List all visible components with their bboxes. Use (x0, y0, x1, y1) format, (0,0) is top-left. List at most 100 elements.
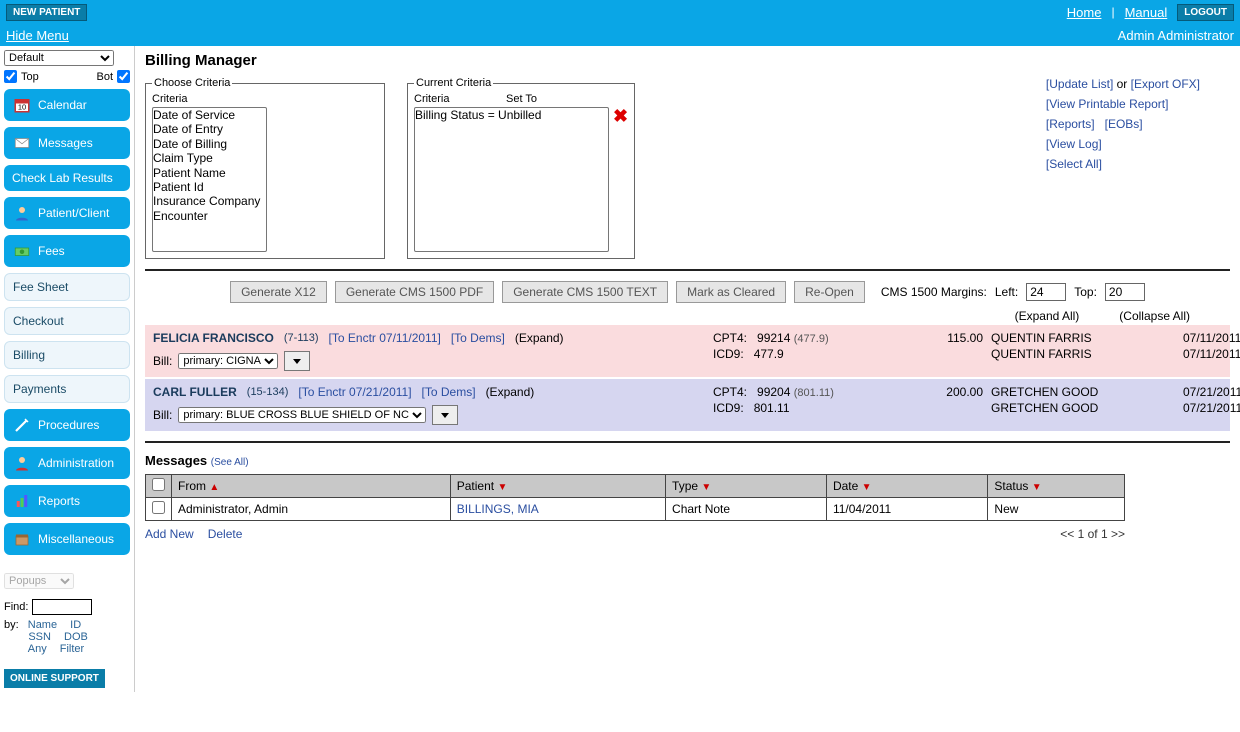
sidebar-item-label: Procedures (38, 418, 99, 432)
select-all-link[interactable]: [Select All] (1046, 157, 1102, 171)
from-cell: Administrator, Admin (172, 498, 451, 521)
patient-id: (15-134) (247, 386, 289, 398)
sidebar-item-label: Fees (38, 244, 65, 258)
delete-criteria-icon[interactable]: ✖ (613, 107, 628, 125)
margin-left-input[interactable] (1026, 283, 1066, 301)
patient-name: CARL FULLER (153, 385, 237, 399)
to-encounter-link[interactable]: [To Enctr 07/21/2011] (298, 385, 411, 399)
popups-select[interactable]: Popups (4, 573, 74, 589)
sidebar-item-misc[interactable]: Miscellaneous (4, 523, 130, 555)
generate-x12-button[interactable]: Generate X12 (230, 281, 327, 303)
find-input[interactable] (32, 599, 92, 615)
sort-desc-icon: ▼ (862, 482, 872, 493)
sidebar-item-check-lab[interactable]: Check Lab Results (4, 165, 130, 191)
sidebar-item-messages[interactable]: Messages (4, 127, 130, 159)
expand-all-link[interactable]: (Expand All) (1015, 309, 1080, 323)
sidebar-item-fees[interactable]: Fees (4, 235, 130, 267)
main-content: Billing Manager Choose Criteria Criteria… (135, 46, 1240, 692)
by-any-link[interactable]: Any (28, 643, 47, 655)
generate-cms-text-button[interactable]: Generate CMS 1500 TEXT (502, 281, 668, 303)
by-id-link[interactable]: ID (70, 619, 81, 631)
top-label: Top: (1074, 285, 1097, 299)
sidebar-item-payments[interactable]: Payments (4, 375, 130, 403)
delete-link[interactable]: Delete (208, 527, 243, 541)
eobs-link[interactable]: [EOBs] (1105, 117, 1143, 131)
sidebar-item-reports[interactable]: Reports (4, 485, 130, 517)
col-type[interactable]: Type ▼ (666, 475, 827, 498)
provider: QUENTIN FARRIS (983, 331, 1183, 345)
by-name-link[interactable]: Name (28, 619, 57, 631)
reopen-button[interactable]: Re-Open (794, 281, 865, 303)
logout-button[interactable]: LOGOUT (1177, 4, 1234, 21)
generate-cms-pdf-button[interactable]: Generate CMS 1500 PDF (335, 281, 494, 303)
date: 07/11/2011 (1183, 331, 1240, 345)
provider: GRETCHEN GOOD (983, 401, 1183, 415)
to-encounter-link[interactable]: [To Enctr 07/11/2011] (329, 331, 441, 345)
select-all-checkbox[interactable] (152, 478, 165, 491)
home-link[interactable]: Home (1067, 5, 1102, 20)
criteria-select[interactable]: Date of Service Date of Entry Date of Bi… (152, 107, 267, 252)
sidebar-item-label: Billing (13, 348, 45, 362)
cpt-label: CPT4: (713, 385, 747, 399)
current-criteria-select[interactable]: Billing Status = Unbilled (414, 107, 609, 252)
by-filter-link[interactable]: Filter (60, 643, 84, 655)
bill-dropdown-button[interactable] (432, 405, 458, 425)
default-select[interactable]: Default (4, 50, 114, 66)
sidebar-item-procedures[interactable]: Procedures (4, 409, 130, 441)
top-checkbox[interactable] (4, 70, 17, 83)
hide-menu-link[interactable]: Hide Menu (6, 28, 69, 43)
pager[interactable]: << 1 of 1 >> (1060, 527, 1125, 541)
bot-checkbox[interactable] (117, 70, 130, 83)
sidebar-item-fee-sheet[interactable]: Fee Sheet (4, 273, 130, 301)
criteria-label: Criteria (152, 93, 244, 105)
reports-link[interactable]: [Reports] (1046, 117, 1095, 131)
criteria-label: Criteria (414, 93, 506, 105)
billing-card: CARL FULLER (15-134) [To Enctr 07/21/201… (145, 379, 1230, 431)
collapse-all-link[interactable]: (Collapse All) (1119, 309, 1190, 323)
sidebar-item-calendar[interactable]: 10 Calendar (4, 89, 130, 121)
to-dems-link[interactable]: [To Dems] (422, 385, 476, 399)
printable-report-link[interactable]: [View Printable Report] (1046, 97, 1169, 111)
sidebar-item-administration[interactable]: Administration (4, 447, 130, 479)
by-ssn-link[interactable]: SSN (28, 631, 51, 643)
icd-value: 801.11 (754, 401, 790, 415)
sidebar-item-billing[interactable]: Billing (4, 341, 130, 369)
see-all-link[interactable]: (See All) (211, 457, 249, 468)
margin-top-input[interactable] (1105, 283, 1145, 301)
export-ofx-link[interactable]: [Export OFX] (1131, 77, 1200, 91)
action-links: [Update List] or [Export OFX] [View Prin… (1046, 77, 1200, 177)
patient-link[interactable]: BILLINGS, MIA (457, 502, 539, 516)
mark-cleared-button[interactable]: Mark as Cleared (676, 281, 786, 303)
row-checkbox[interactable] (152, 501, 165, 514)
bill-dropdown-button[interactable] (284, 351, 310, 371)
view-log-link[interactable]: [View Log] (1046, 137, 1102, 151)
cpt-paren: (801.11) (794, 387, 834, 399)
sidebar-item-patient[interactable]: Patient/Client (4, 197, 130, 229)
chart-icon (12, 491, 32, 511)
col-status[interactable]: Status ▼ (988, 475, 1125, 498)
col-patient[interactable]: Patient ▼ (450, 475, 665, 498)
sidebar-item-label: Calendar (38, 98, 87, 112)
current-criteria-fieldset: Current Criteria Criteria Set To Billing… (407, 77, 635, 259)
date: 07/21/2011 (1183, 401, 1240, 415)
add-new-link[interactable]: Add New (145, 527, 194, 541)
top-label: Top (21, 71, 39, 83)
topbar: NEW PATIENT Home | Manual LOGOUT (0, 0, 1240, 24)
col-date[interactable]: Date ▼ (826, 475, 987, 498)
expand-link[interactable]: (Expand) (486, 385, 535, 399)
choose-criteria-fieldset: Choose Criteria Criteria Date of Service… (145, 77, 385, 259)
online-support-button[interactable]: ONLINE SUPPORT (4, 669, 105, 688)
update-list-link[interactable]: [Update List] (1046, 77, 1113, 91)
current-user: Admin Administrator (1118, 28, 1234, 43)
expand-link[interactable]: (Expand) (515, 331, 564, 345)
col-from[interactable]: From ▲ (172, 475, 451, 498)
to-dems-link[interactable]: [To Dems] (451, 331, 505, 345)
sidebar-item-label: Messages (38, 136, 93, 150)
sidebar-item-checkout[interactable]: Checkout (4, 307, 130, 335)
by-dob-link[interactable]: DOB (64, 631, 88, 643)
bill-select[interactable]: primary: CIGNA (178, 353, 278, 369)
manual-link[interactable]: Manual (1125, 5, 1168, 20)
new-patient-button[interactable]: NEW PATIENT (6, 4, 87, 21)
date: 07/21/2011 (1183, 385, 1240, 399)
bill-select[interactable]: primary: BLUE CROSS BLUE SHIELD OF NC (178, 407, 426, 423)
